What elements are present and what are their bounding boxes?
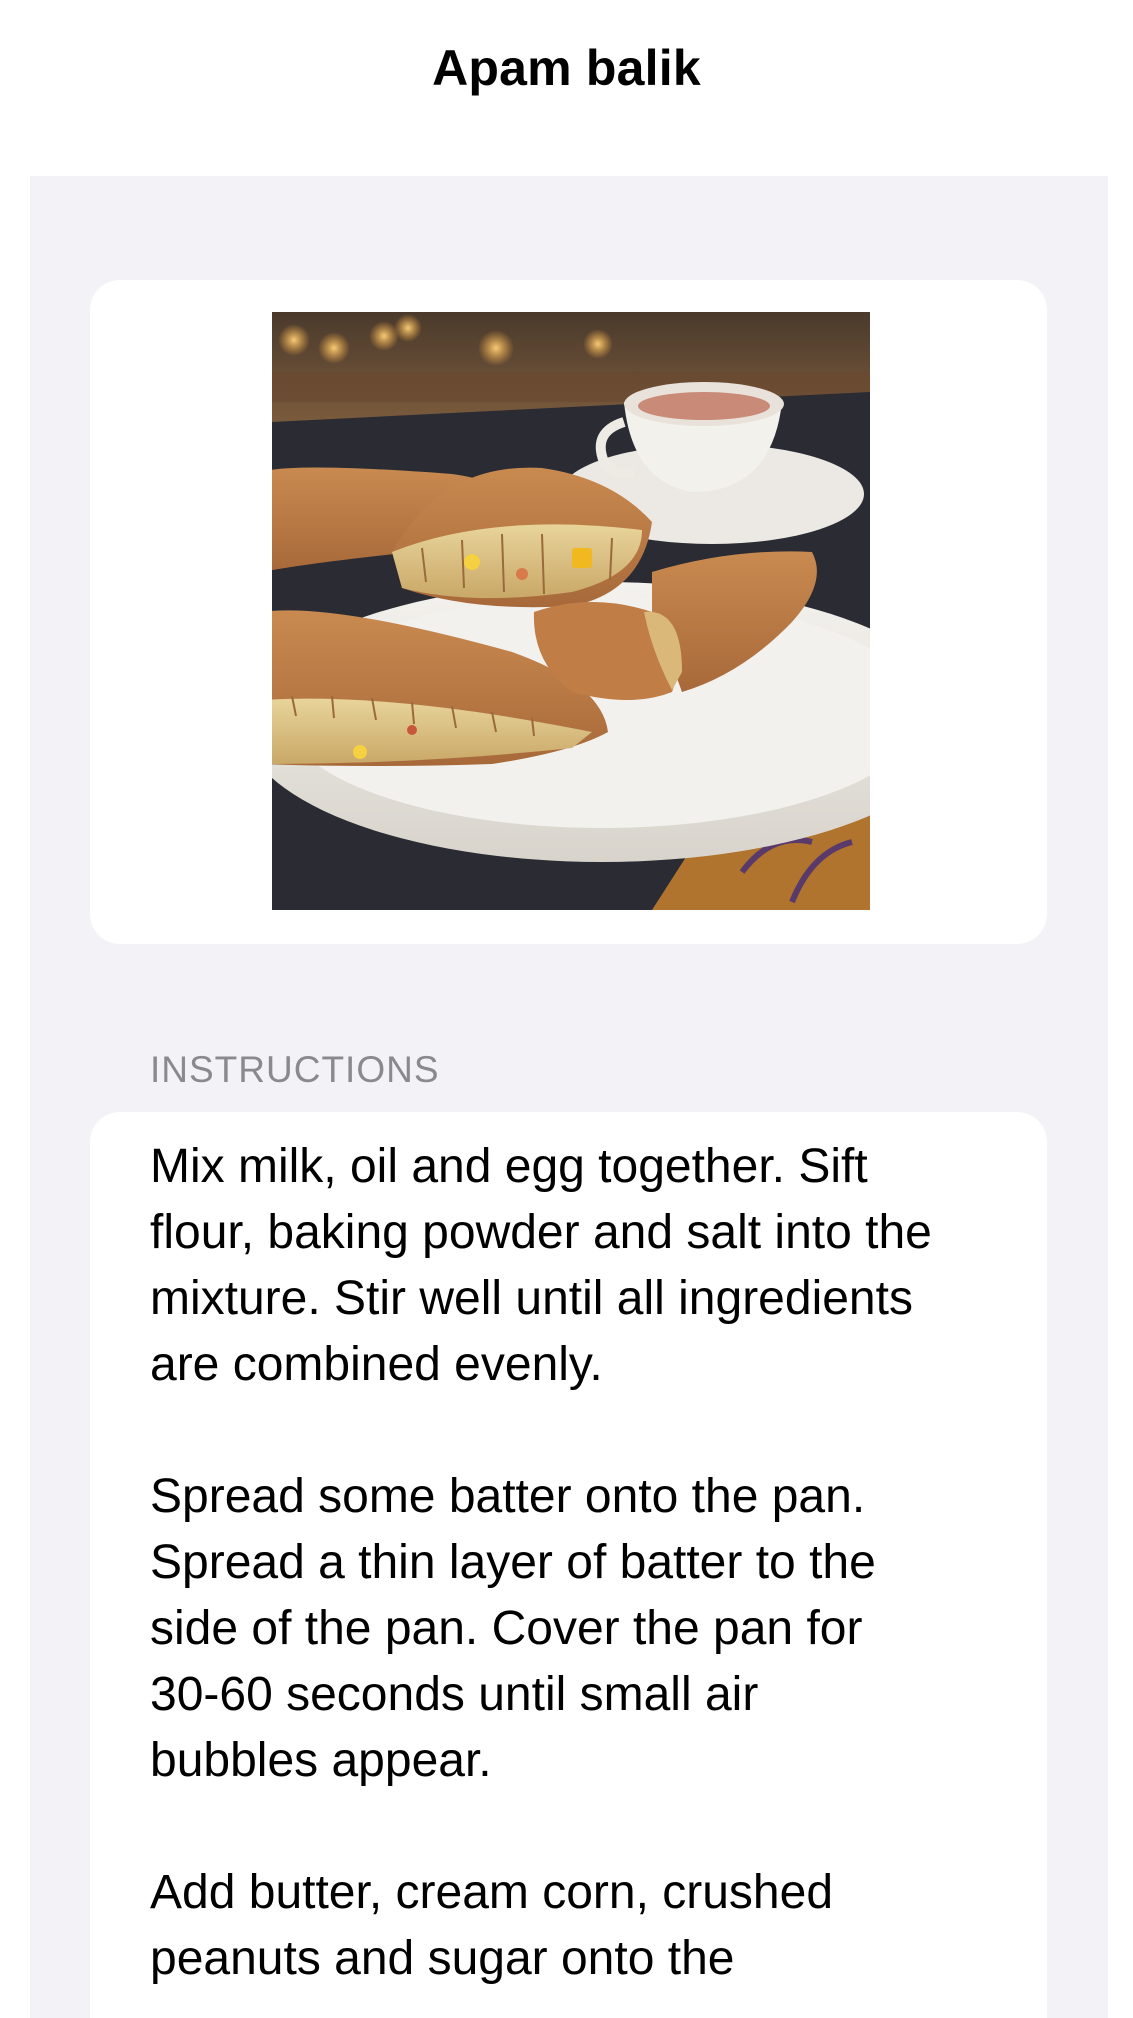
instructions-text: Mix milk, oil and egg together. Sift flo… — [150, 1140, 932, 1985]
recipe-image-card — [90, 280, 1047, 944]
instructions-section-header: INSTRUCTIONS — [150, 1049, 440, 1090]
navigation-bar: Apam balik — [0, 0, 1133, 176]
page-title: Apam balik — [432, 40, 701, 96]
recipe-photo — [272, 312, 870, 910]
recipe-detail-list[interactable]: INSTRUCTIONS Mix milk, oil and egg toget… — [30, 176, 1108, 2018]
instructions-card: Mix milk, oil and egg together. Sift flo… — [90, 1112, 1047, 2018]
